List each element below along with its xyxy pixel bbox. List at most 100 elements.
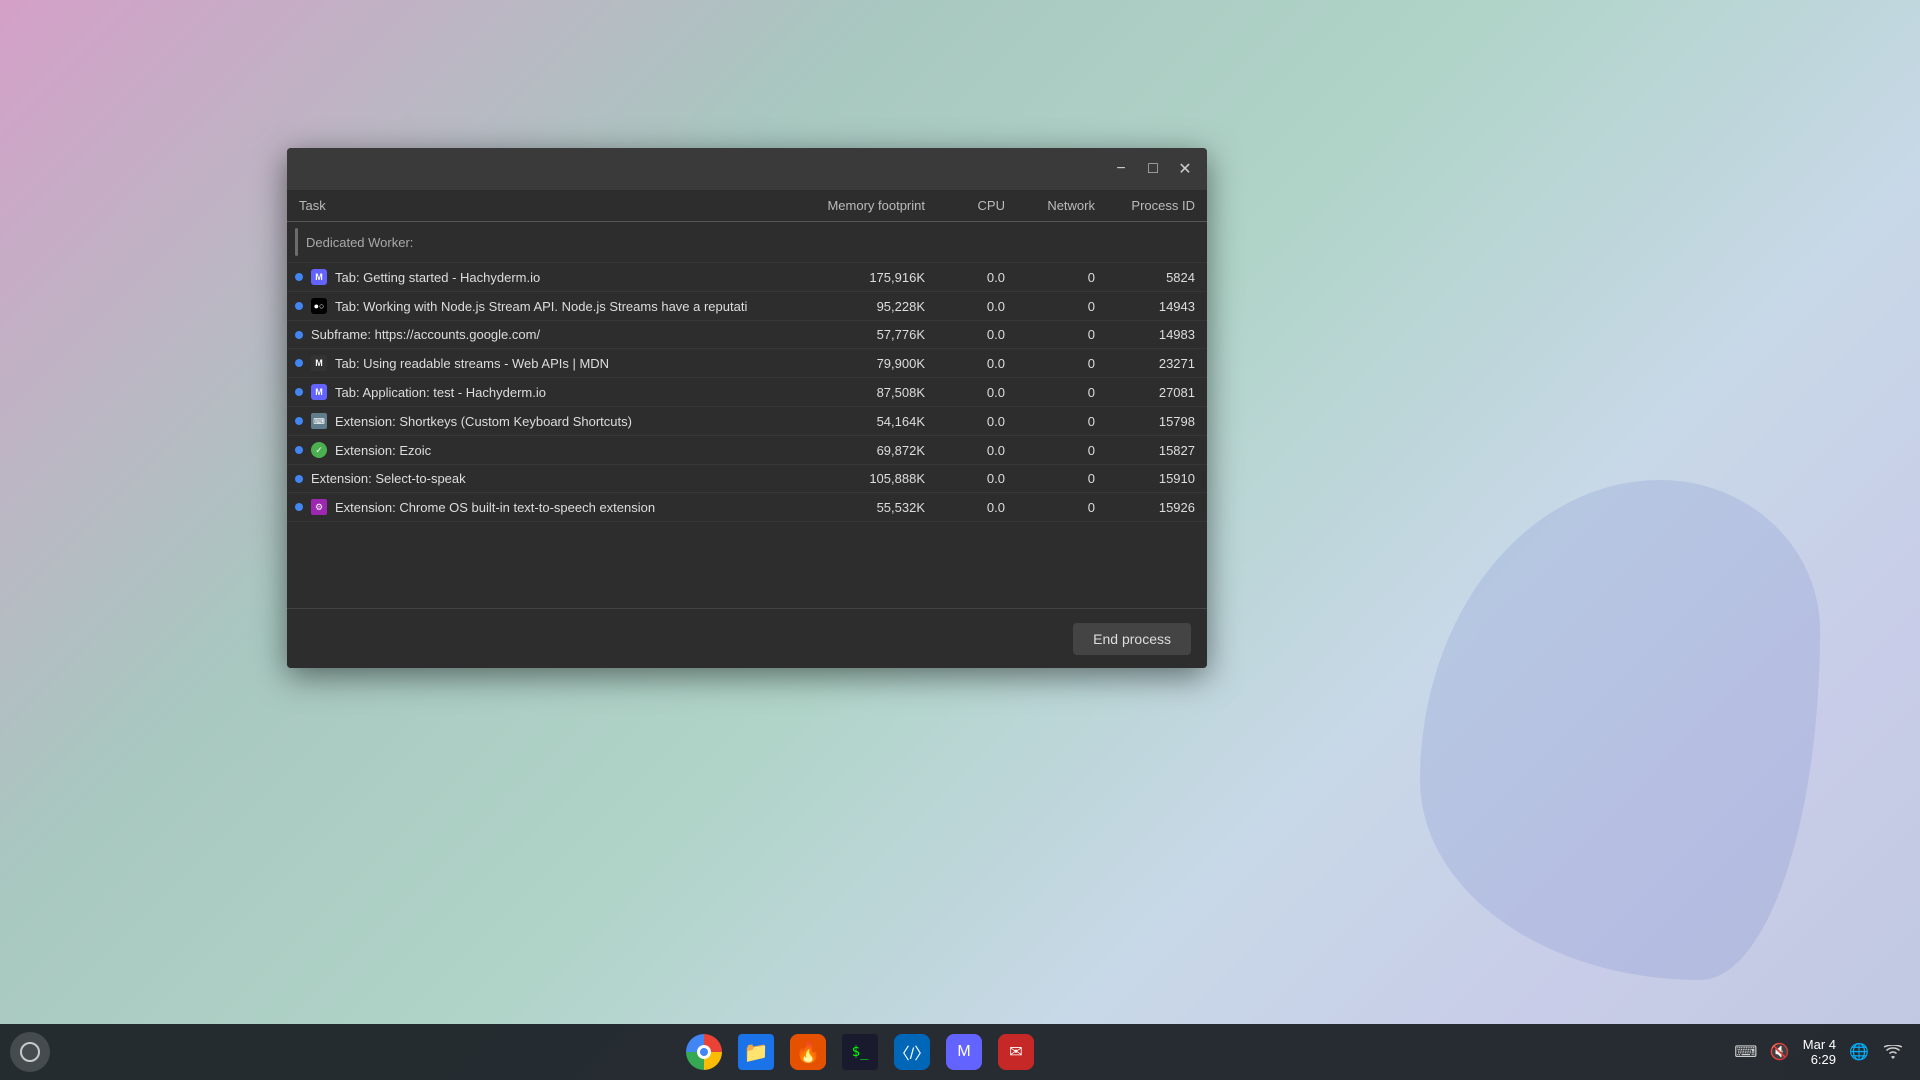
task-name: Extension: Ezoic <box>335 443 431 458</box>
taskbar-apps: 📁 🔥 $_ 〈/〉 M ✉ <box>60 1030 1660 1074</box>
network-cell: 0 <box>1017 293 1107 320</box>
pid-cell: 5824 <box>1107 264 1207 291</box>
memory-cell: 57,776K <box>797 321 937 348</box>
task-cell: Extension: Select-to-speak <box>287 465 797 492</box>
mastodon-icon: M <box>311 269 327 285</box>
table-row[interactable]: Subframe: https://accounts.google.com/ 5… <box>287 321 1207 349</box>
table-row[interactable]: ●○ Tab: Working with Node.js Stream API.… <box>287 292 1207 321</box>
app3-app[interactable]: 🔥 <box>786 1030 830 1074</box>
memory-cell: 54,164K <box>797 408 937 435</box>
table-row[interactable]: M Tab: Getting started - Hachyderm.io 17… <box>287 263 1207 292</box>
network-cell: 0 <box>1017 437 1107 464</box>
cpu-cell: 0.0 <box>937 379 1017 406</box>
table-row[interactable]: M Tab: Application: test - Hachyderm.io … <box>287 378 1207 407</box>
chrome-app[interactable] <box>682 1030 726 1074</box>
memory-cell: 79,900K <box>797 350 937 377</box>
pid-cell: 15827 <box>1107 437 1207 464</box>
cpu-cell: 0.0 <box>937 437 1017 464</box>
task-name: Tab: Working with Node.js Stream API. No… <box>335 299 747 314</box>
memory-cell: 95,228K <box>797 293 937 320</box>
task-cell: ●○ Tab: Working with Node.js Stream API.… <box>287 292 797 320</box>
email-app[interactable]: ✉ <box>994 1030 1038 1074</box>
launcher-button[interactable] <box>10 1032 50 1072</box>
network-cell: 0 <box>1017 264 1107 291</box>
memory-cell: 105,888K <box>797 465 937 492</box>
network-cell: 0 <box>1017 494 1107 521</box>
maximize-button[interactable]: □ <box>1139 155 1167 183</box>
task-cell: M Tab: Using readable streams - Web APIs… <box>287 349 797 377</box>
column-task[interactable]: Task <box>287 190 797 221</box>
task-manager-window: − □ ✕ Task Memory footprint CPU Network … <box>287 148 1207 668</box>
end-process-button[interactable]: End process <box>1073 623 1191 655</box>
task-cell: ⚙ Extension: Chrome OS built-in text-to-… <box>287 493 797 521</box>
keyboard-icon[interactable]: ⌨ <box>1735 1041 1757 1063</box>
pid-cell: 15798 <box>1107 408 1207 435</box>
wifi-icon[interactable] <box>1882 1041 1904 1063</box>
table-row[interactable]: M Tab: Using readable streams - Web APIs… <box>287 349 1207 378</box>
column-memory[interactable]: Memory footprint <box>797 190 937 221</box>
tts-icon: ⚙ <box>311 499 327 515</box>
active-dot <box>295 475 303 483</box>
cpu-cell: 0.0 <box>937 494 1017 521</box>
medium-icon: ●○ <box>311 298 327 314</box>
files-app[interactable]: 📁 <box>734 1030 778 1074</box>
table-row[interactable]: ⌨ Extension: Shortkeys (Custom Keyboard … <box>287 407 1207 436</box>
volume-icon[interactable]: 🔇 <box>1769 1041 1791 1063</box>
task-table[interactable]: Task Memory footprint CPU Network Proces… <box>287 190 1207 608</box>
time-date[interactable]: Mar 4 6:29 <box>1803 1037 1836 1067</box>
time-display: 6:29 <box>1803 1052 1836 1067</box>
email-icon: ✉ <box>998 1034 1034 1070</box>
task-name: Extension: Chrome OS built-in text-to-sp… <box>335 500 655 515</box>
cpu-cell: 0.0 <box>937 350 1017 377</box>
cpu-cell: 0.0 <box>937 264 1017 291</box>
cpu-cell: 0.0 <box>937 408 1017 435</box>
taskbar-status: ⌨ 🔇 Mar 4 6:29 🌐 <box>1660 1037 1920 1067</box>
network-cell: 0 <box>1017 350 1107 377</box>
memory-cell: 87,508K <box>797 379 937 406</box>
active-dot <box>295 273 303 281</box>
dedicated-worker-label: Dedicated Worker: <box>306 235 413 250</box>
taskbar: 📁 🔥 $_ 〈/〉 M ✉ ⌨ 🔇 Mar 4 6:29 <box>0 1024 1920 1080</box>
date-display: Mar 4 <box>1803 1037 1836 1052</box>
dedicated-worker-section: Dedicated Worker: <box>287 222 1207 263</box>
vscode-icon: 〈/〉 <box>894 1034 930 1070</box>
worker-indicator <box>295 228 298 256</box>
column-cpu[interactable]: CPU <box>937 190 1017 221</box>
table-row[interactable]: ⚙ Extension: Chrome OS built-in text-to-… <box>287 493 1207 522</box>
table-row[interactable]: ✓ Extension: Ezoic 69,872K 0.0 0 15827 <box>287 436 1207 465</box>
task-cell: Subframe: https://accounts.google.com/ <box>287 321 797 348</box>
task-name: Subframe: https://accounts.google.com/ <box>311 327 540 342</box>
close-button[interactable]: ✕ <box>1171 155 1199 183</box>
internet-icon[interactable]: 🌐 <box>1848 1041 1870 1063</box>
task-cell: ✓ Extension: Ezoic <box>287 436 797 464</box>
memory-cell: 175,916K <box>797 264 937 291</box>
launcher-circle-icon <box>20 1042 40 1062</box>
active-dot <box>295 417 303 425</box>
vscode-app[interactable]: 〈/〉 <box>890 1030 934 1074</box>
pid-cell: 15926 <box>1107 494 1207 521</box>
window-titlebar: − □ ✕ <box>287 148 1207 190</box>
mdn-icon: M <box>311 355 327 371</box>
mastodon-app[interactable]: M <box>942 1030 986 1074</box>
active-dot <box>295 446 303 454</box>
ezoic-icon: ✓ <box>311 442 327 458</box>
window-content: Task Memory footprint CPU Network Proces… <box>287 190 1207 668</box>
terminal-app[interactable]: $_ <box>838 1030 882 1074</box>
files-icon: 📁 <box>738 1034 774 1070</box>
active-dot <box>295 503 303 511</box>
column-network[interactable]: Network <box>1017 190 1107 221</box>
cpu-cell: 0.0 <box>937 293 1017 320</box>
window-footer: End process <box>287 608 1207 668</box>
table-header: Task Memory footprint CPU Network Proces… <box>287 190 1207 222</box>
task-cell: ⌨ Extension: Shortkeys (Custom Keyboard … <box>287 407 797 435</box>
table-row[interactable]: Extension: Select-to-speak 105,888K 0.0 … <box>287 465 1207 493</box>
task-name: Tab: Getting started - Hachyderm.io <box>335 270 540 285</box>
column-pid[interactable]: Process ID <box>1107 190 1207 221</box>
pid-cell: 23271 <box>1107 350 1207 377</box>
task-name: Extension: Select-to-speak <box>311 471 466 486</box>
taskbar-left <box>0 1032 60 1072</box>
pid-cell: 14943 <box>1107 293 1207 320</box>
task-name: Tab: Application: test - Hachyderm.io <box>335 385 546 400</box>
minimize-button[interactable]: − <box>1107 155 1135 183</box>
pid-cell: 14983 <box>1107 321 1207 348</box>
